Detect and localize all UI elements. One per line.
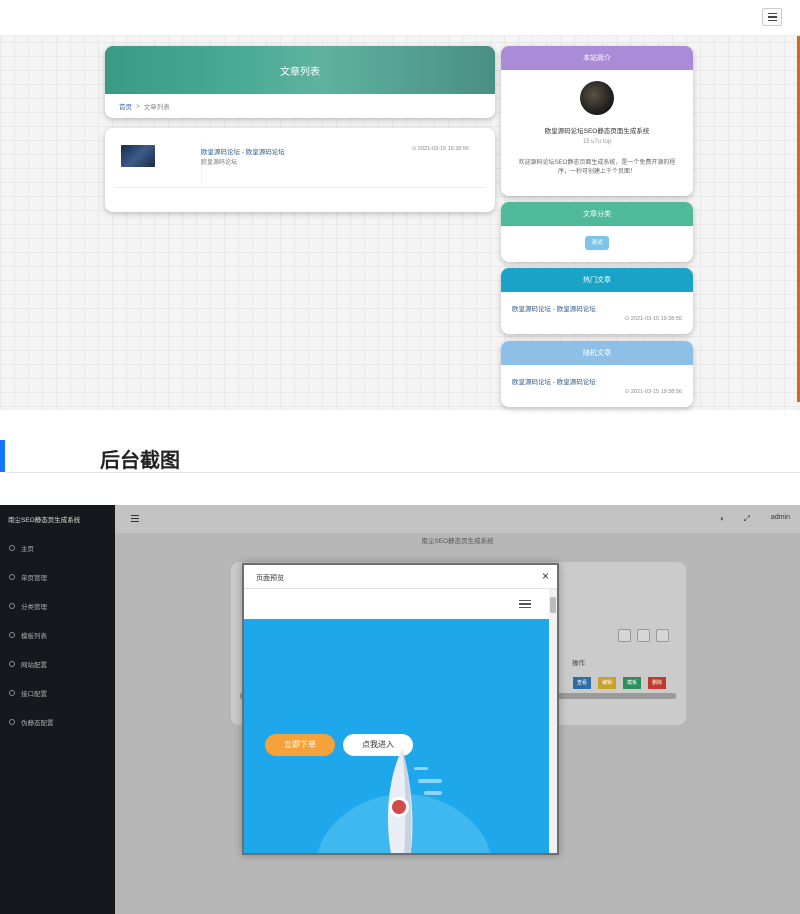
article-title[interactable]: 欧皇源码论坛 - 欧皇源码论坛 — [201, 146, 285, 156]
clock-icon: ⊙ — [624, 389, 630, 395]
sidebar-item-templates[interactable]: 模板列表 — [0, 620, 115, 649]
admin-username[interactable]: admin — [771, 514, 790, 521]
user-icon — [9, 573, 15, 580]
sidebar-toggle-icon[interactable] — [131, 515, 139, 522]
view-button[interactable]: 查看 — [573, 677, 591, 689]
gear-icon — [9, 631, 15, 638]
export-icon[interactable] — [637, 629, 650, 642]
sidebar-item-pages[interactable]: 单页管理 — [0, 562, 115, 591]
preview-modal: 页面预览 × 立即下单 点我进入 — [242, 563, 559, 855]
admin-logo: 南尘SEO静态页生成系统 — [8, 517, 81, 524]
order-button[interactable]: 立即下单 — [265, 734, 335, 756]
rocket-icon — [387, 749, 442, 853]
sidebar-item-label: 单页管理 — [21, 574, 47, 582]
edit-button[interactable]: 编辑 — [598, 677, 616, 689]
admin-sidebar: 南尘SEO静态页生成系统 主页 单页管理 分类管理 模板列表 网站配置 接口配置… — [0, 505, 115, 914]
hot-article-time: ⊙ 2021-03-15 19:38:56 — [625, 316, 682, 322]
settings-icon — [9, 660, 15, 667]
site-intro-header: 本站简介 — [501, 46, 693, 70]
clock-icon: ⊙ — [624, 316, 630, 322]
sidebar-item-label: 分类管理 — [21, 603, 47, 611]
sidebar-item-categories[interactable]: 分类管理 — [0, 591, 115, 620]
site-intro-card: 本站简介 欧皇源码论坛SEO静态页面生成系统 15 u7u top 欢迎源码论坛… — [501, 46, 693, 196]
fullscreen-icon[interactable]: ⤢ — [744, 514, 750, 524]
sidebar-item-label: 模板列表 — [21, 632, 47, 640]
site-description: 欢迎源码论坛SEO静态页面生成系统，是一个免费开源的程序，一秒可创建上千个页面！ — [518, 160, 676, 175]
frontend-screenshot: 文章列表 首页 > 文章列表 欧皇源码论坛 - 欧皇源码论坛 欧皇源码论坛 ⊙ … — [0, 0, 800, 410]
delete-button[interactable]: 删除 — [648, 677, 666, 689]
section-divider — [5, 472, 800, 473]
random-article-link[interactable]: 欧皇源码论坛 - 欧皇源码论坛 — [512, 376, 596, 386]
sidebar-item-label: 主页 — [21, 545, 34, 553]
section-accent-bar — [0, 440, 5, 472]
close-icon[interactable]: × — [542, 569, 549, 583]
list-item[interactable]: 欧皇源码论坛 - 欧皇源码论坛 欧皇源码论坛 ⊙ 2021-03-15 19:3… — [115, 138, 485, 188]
breadcrumb-current: 文章列表 — [143, 104, 170, 111]
gear-icon — [9, 689, 15, 696]
hamburger-icon[interactable] — [519, 600, 531, 608]
settings-icon — [9, 718, 15, 725]
site-name: 欧皇源码论坛SEO静态页面生成系统 — [544, 128, 650, 135]
hot-article-time-value: 2021-03-15 19:38:56 — [630, 316, 682, 322]
article-thumbnail[interactable] — [121, 145, 155, 167]
tag-icon — [9, 602, 15, 609]
menu-icon[interactable] — [762, 8, 782, 26]
ops-column-header: 操作 — [572, 660, 585, 667]
random-article-time: ⊙ 2021-03-15 19:38:56 — [625, 389, 682, 395]
top-navbar — [0, 0, 800, 36]
modal-title: 页面预览 — [256, 575, 284, 582]
scrollbar-thumb[interactable] — [550, 597, 556, 613]
sidebar-item-home[interactable]: 主页 — [0, 533, 115, 562]
article-list-header-card: 文章列表 首页 > 文章列表 — [105, 46, 495, 118]
section-heading: 后台截图 — [100, 450, 180, 472]
random-articles-card: 随机文章 欧皇源码论坛 - 欧皇源码论坛 ⊙ 2021-03-15 19:38:… — [501, 341, 693, 407]
avatar — [580, 81, 614, 115]
article-subtitle: 欧皇源码论坛 — [201, 160, 238, 166]
list-banner: 文章列表 — [105, 46, 495, 94]
list-title: 文章列表 — [280, 66, 320, 78]
article-time-value: 2021-03-15 19:38:56 — [417, 146, 469, 152]
article-list-card: 欧皇源码论坛 - 欧皇源码论坛 欧皇源码论坛 ⊙ 2021-03-15 19:3… — [105, 128, 495, 212]
clock-icon: ⊙ — [411, 146, 417, 152]
home-icon — [9, 544, 15, 551]
hot-articles-card: 热门文章 欧皇源码论坛 - 欧皇源码论坛 ⊙ 2021-03-15 19:38:… — [501, 268, 693, 334]
hot-article-link[interactable]: 欧皇源码论坛 - 欧皇源码论坛 — [512, 303, 596, 313]
sidebar-item-api-config[interactable]: 接口配置 — [0, 678, 115, 707]
article-time: ⊙ 2021-03-15 19:38:56 — [412, 146, 469, 152]
vertical-scrollbar[interactable] — [549, 589, 557, 853]
print-icon[interactable] — [656, 629, 669, 642]
sidebar-item-label: 网站配置 — [21, 661, 47, 669]
sidebar-item-site-config[interactable]: 网站配置 — [0, 649, 115, 678]
sidebar-item-rewrite-config[interactable]: 伪静态配置 — [0, 707, 115, 736]
modal-header: 页面预览 × — [244, 565, 557, 589]
admin-subtitle: 南尘SEO静态页生成系统 — [421, 538, 494, 545]
columns-icon[interactable] — [618, 629, 631, 642]
theme-icon[interactable]: ◐ — [720, 514, 725, 523]
hot-articles-header: 热门文章 — [501, 268, 693, 292]
page-root: 文章列表 首页 > 文章列表 欧皇源码论坛 - 欧皇源码论坛 欧皇源码论坛 ⊙ … — [0, 0, 800, 914]
breadcrumb-home[interactable]: 首页 — [119, 101, 132, 111]
random-articles-header: 随机文章 — [501, 341, 693, 365]
preview-navbar — [244, 589, 549, 619]
breadcrumb-separator: > — [136, 102, 140, 110]
category-header: 文章分类 — [501, 202, 693, 226]
admin-topbar: ◐ ⤢ admin — [115, 505, 800, 533]
random-article-time-value: 2021-03-15 19:38:56 — [630, 389, 682, 395]
sidebar-item-label: 伪静态配置 — [21, 719, 54, 727]
page-preview: 立即下单 点我进入 — [244, 589, 549, 853]
template-button[interactable]: 模板 — [623, 677, 641, 689]
category-tag[interactable]: 测试 — [585, 236, 609, 250]
category-card: 文章分类 测试 — [501, 202, 693, 262]
sidebar-item-label: 接口配置 — [21, 690, 47, 698]
site-version: 15 u7u top — [582, 139, 612, 145]
admin-screenshot: 南尘SEO静态页生成系统 主页 单页管理 分类管理 模板列表 网站配置 接口配置… — [0, 505, 800, 914]
breadcrumb: 首页 > 文章列表 — [105, 94, 495, 118]
